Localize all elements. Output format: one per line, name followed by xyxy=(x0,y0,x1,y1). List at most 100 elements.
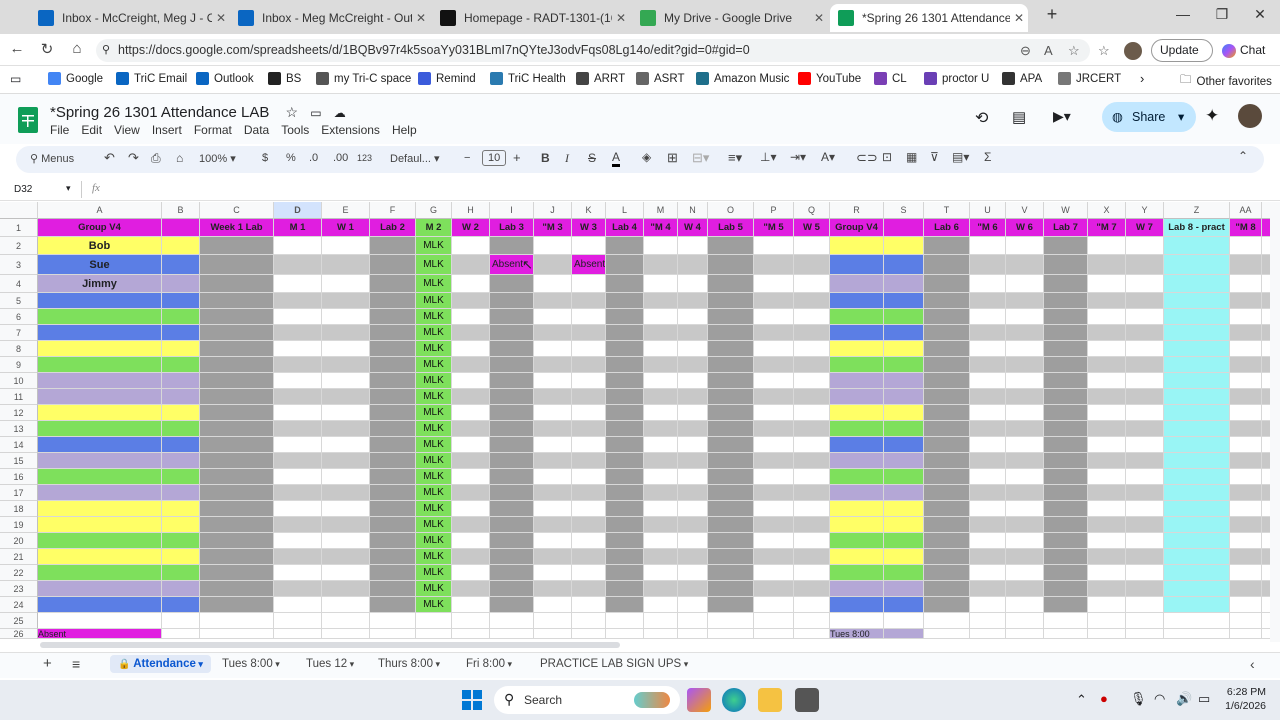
grid-cell[interactable] xyxy=(1126,549,1164,565)
grid-cell[interactable] xyxy=(884,357,924,373)
grid-cell[interactable] xyxy=(606,581,644,597)
column-header[interactable]: C xyxy=(200,202,274,219)
bookmark-item[interactable]: TriC Health xyxy=(490,72,566,85)
grid-cell[interactable] xyxy=(830,405,884,421)
strikethrough-icon[interactable]: S xyxy=(588,151,596,165)
grid-cell[interactable] xyxy=(644,437,678,453)
bookmark-item[interactable]: ASRT xyxy=(636,72,684,85)
grid-cell[interactable] xyxy=(1006,325,1044,341)
grid-cell[interactable] xyxy=(322,405,370,421)
grid-cell[interactable] xyxy=(678,405,708,421)
grid-cell[interactable] xyxy=(200,341,274,357)
grid-cell[interactable] xyxy=(924,485,970,501)
grid-cell[interactable] xyxy=(322,597,370,613)
grid-cell[interactable] xyxy=(572,275,606,293)
grid-cell[interactable] xyxy=(1044,389,1088,405)
font-size-decrease-icon[interactable]: − xyxy=(464,152,470,164)
grid-cell[interactable] xyxy=(830,389,884,405)
grid-cell[interactable] xyxy=(884,255,924,275)
grid-cell[interactable] xyxy=(534,357,572,373)
grid-cell[interactable] xyxy=(1088,325,1126,341)
grid-cell[interactable] xyxy=(370,341,416,357)
grid-cell[interactable] xyxy=(370,325,416,341)
grid-cell[interactable] xyxy=(1088,581,1126,597)
paint-format-icon[interactable]: ⌂ xyxy=(176,151,183,165)
grid-cell[interactable] xyxy=(274,237,322,255)
grid-cell[interactable] xyxy=(884,309,924,325)
volume-icon[interactable]: 🔊 xyxy=(1176,691,1192,707)
grid-cell[interactable] xyxy=(830,581,884,597)
grid-cell[interactable] xyxy=(606,437,644,453)
grid-cell[interactable] xyxy=(830,293,884,309)
grid-cell[interactable] xyxy=(708,581,754,597)
grid-cell[interactable] xyxy=(1230,275,1262,293)
grid-cell[interactable] xyxy=(452,581,490,597)
grid-cell[interactable] xyxy=(884,453,924,469)
grid-cell[interactable] xyxy=(1164,255,1230,275)
grid-cell[interactable] xyxy=(1044,255,1088,275)
grid-cell[interactable] xyxy=(794,405,830,421)
grid-cell[interactable] xyxy=(274,325,322,341)
grid-cell[interactable] xyxy=(924,275,970,293)
grid-cell[interactable] xyxy=(162,613,200,629)
grid-cell[interactable] xyxy=(644,469,678,485)
grid-cell[interactable] xyxy=(1126,293,1164,309)
grid-cell[interactable] xyxy=(924,597,970,613)
grid-cell[interactable] xyxy=(606,469,644,485)
mlk-holiday-cell[interactable]: MLK xyxy=(416,325,452,341)
grid-cell[interactable] xyxy=(884,517,924,533)
grid-cell[interactable] xyxy=(830,255,884,275)
grid-cell[interactable] xyxy=(970,325,1006,341)
menu-edit[interactable]: Edit xyxy=(81,123,102,137)
grid-cell[interactable] xyxy=(1126,275,1164,293)
grid-cell[interactable] xyxy=(572,565,606,581)
grid-cell[interactable] xyxy=(754,405,794,421)
grid-cell[interactable] xyxy=(1164,549,1230,565)
grid-cell[interactable] xyxy=(162,485,200,501)
grid-cell[interactable] xyxy=(1044,453,1088,469)
grid-cell[interactable] xyxy=(162,275,200,293)
grid-cell[interactable] xyxy=(200,629,274,639)
grid-cell[interactable] xyxy=(1088,373,1126,389)
grid-cell[interactable] xyxy=(644,597,678,613)
grid-cell[interactable] xyxy=(274,613,322,629)
grid-cell[interactable] xyxy=(1044,501,1088,517)
grid-cell[interactable] xyxy=(322,581,370,597)
grid-cell[interactable] xyxy=(490,373,534,389)
grid-cell[interactable] xyxy=(534,581,572,597)
borders-icon[interactable]: ⊞ xyxy=(667,150,678,166)
grid-cell[interactable] xyxy=(370,237,416,255)
grid-cell[interactable] xyxy=(1262,533,1270,549)
font-select[interactable]: Defaul... ▾ xyxy=(390,152,440,165)
mlk-holiday-cell[interactable]: MLK xyxy=(416,549,452,565)
grid-cell[interactable] xyxy=(1006,437,1044,453)
grid-cell[interactable] xyxy=(490,389,534,405)
row-header[interactable]: 9 xyxy=(0,357,38,373)
grid-cell[interactable] xyxy=(1262,421,1270,437)
row-header[interactable]: 11 xyxy=(0,389,38,405)
grid-cell[interactable] xyxy=(1044,565,1088,581)
grid-cell[interactable] xyxy=(754,501,794,517)
grid-cell[interactable] xyxy=(830,533,884,549)
grid-cell[interactable] xyxy=(370,405,416,421)
grid-cell[interactable] xyxy=(1262,237,1270,255)
grid-cell[interactable] xyxy=(200,357,274,373)
grid-cell[interactable] xyxy=(1044,469,1088,485)
grid-cell[interactable] xyxy=(1088,629,1126,639)
grid-cell[interactable] xyxy=(370,437,416,453)
grid-cell[interactable] xyxy=(490,565,534,581)
grid-cell[interactable] xyxy=(794,309,830,325)
grid-cell[interactable] xyxy=(754,275,794,293)
grid-cell[interactable] xyxy=(830,275,884,293)
grid-cell[interactable] xyxy=(1006,237,1044,255)
grid-cell[interactable] xyxy=(1164,533,1230,549)
grid-cell[interactable] xyxy=(370,421,416,437)
grid-cell[interactable] xyxy=(370,501,416,517)
grid-cell[interactable] xyxy=(1164,453,1230,469)
menu-help[interactable]: Help xyxy=(392,123,417,137)
grid-cell[interactable] xyxy=(970,485,1006,501)
grid-cell[interactable] xyxy=(606,501,644,517)
grid-cell[interactable] xyxy=(534,501,572,517)
grid-cell[interactable] xyxy=(708,341,754,357)
grid-cell[interactable] xyxy=(708,501,754,517)
